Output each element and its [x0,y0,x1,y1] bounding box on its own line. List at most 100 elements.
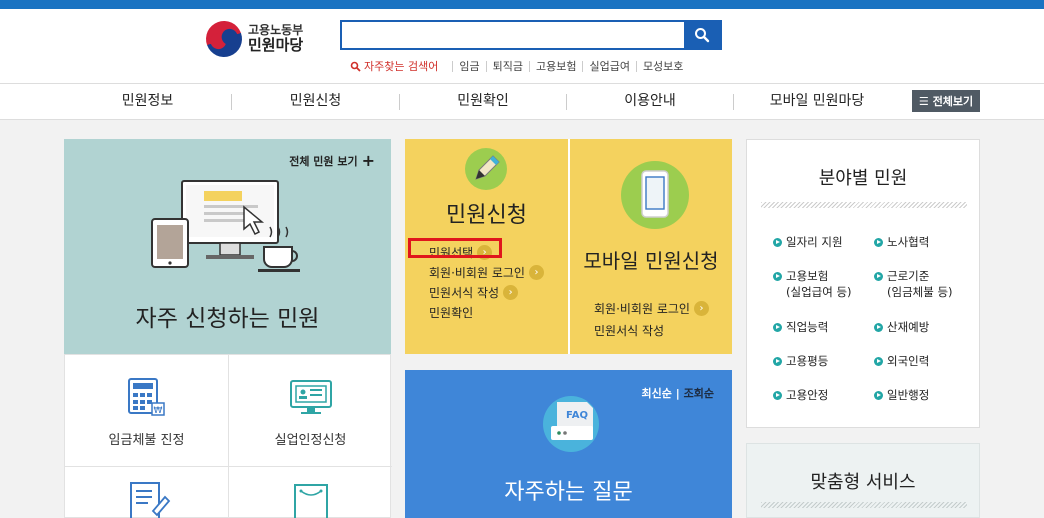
nav-item-civil-check[interactable]: 민원확인 [400,84,566,119]
search-bar [340,20,722,50]
sort-latest-link[interactable]: 최신순 [642,387,672,400]
mobile-apply-title: 모바일 민원신청 [583,249,719,273]
frequent-item-label: 실업인정신청 [274,433,347,448]
field-civil-title: 분야별 민원 [818,168,908,189]
keyword-link[interactable]: 모성보호 [635,60,689,72]
field-item-equality[interactable]: 고용평등 [773,353,828,369]
calculator-icon: ₩ [127,378,165,416]
monitor-profile-icon [289,380,332,414]
field-item-stability[interactable]: 고용안정 [773,387,828,403]
civil-apply-panel: 민원신청 민원선택 › 회원·비회원 로그인 › 민원서식 작성 › 민원확인 … [405,139,732,354]
computer-illustration-icon [151,180,300,272]
member-login-label: 회원·비회원 로그인 [429,265,525,280]
logo-title: 민원마당 [248,36,304,55]
bullet-arrow-icon [773,391,782,400]
search-input[interactable] [342,22,684,48]
svg-text:₩: ₩ [153,406,162,416]
pencil-icon [465,148,507,190]
field-item-foreign-workforce[interactable]: 외국인력 [874,353,929,369]
bullet-arrow-icon [874,238,883,247]
sort-views-link[interactable]: 조회순 [684,387,714,400]
nav-item-civil-info[interactable]: 민원정보 [64,84,231,119]
frequent-item-certificate[interactable] [229,481,392,518]
search-small-icon [350,61,361,72]
member-login-link[interactable]: 회원·비회원 로그인 › [429,262,544,282]
bullet-arrow-icon [874,391,883,400]
custom-service-title: 맞춤형 서비스 [810,472,916,493]
civil-check-link[interactable]: 민원확인 [429,302,544,322]
chevron-right-icon: › [503,284,519,300]
view-all-button[interactable]: ☰ 전체보기 [912,90,980,112]
plus-icon: + [361,151,375,170]
view-all-civil-link[interactable]: 전체 민원 보기 + [289,153,375,169]
field-item-general-admin[interactable]: 일반행정 [874,387,929,403]
keyword-link[interactable]: 고용보험 [528,60,582,72]
government-emblem-icon [200,15,248,63]
frequent-item-document[interactable] [65,481,228,518]
sort-divider: | [675,387,680,400]
field-item-vocational[interactable]: 직업능력 [773,319,828,335]
popular-keywords: 자주찾는 검색어 임금 퇴직금 고용보험 실업급여 모성보호 [350,58,689,74]
keyword-link[interactable]: 퇴직금 [485,60,529,72]
header: 고용노동부 민원마당 자주찾는 검색어 임금 퇴직금 고용보험 실업급여 모성보… [0,9,1044,83]
frequent-item-label: 임금체불 진정 [108,433,185,448]
frequent-item-wage-arrears[interactable]: ₩ 임금체불 진정 [65,375,228,448]
field-item-labor-relations[interactable]: 노사협력 [874,234,929,250]
logo[interactable]: 고용노동부 민원마당 [200,15,304,63]
menu-icon: ☰ [918,94,929,108]
field-item-labor-standards[interactable]: 근로기준 (임금체불 등) [874,268,953,300]
smartphone-icon [621,161,689,229]
search-icon [695,28,710,43]
faq-sort: 최신순 | 조회순 [642,385,714,401]
faq-icon-text: FAQ [566,410,588,421]
certificate-icon [293,484,328,518]
bullet-arrow-icon [773,323,782,332]
mobile-login-link[interactable]: 회원·비회원 로그인 › [594,297,709,319]
bullet-arrow-icon [773,357,782,366]
view-all-label: 전체보기 [932,95,974,108]
mobile-form-label: 민원서식 작성 [594,323,665,338]
civil-check-label: 민원확인 [429,305,474,320]
chevron-right-icon: › [693,300,709,316]
civil-select-link[interactable]: 민원선택 › [408,238,544,262]
document-edit-icon [129,482,170,518]
stripe-divider [761,202,967,208]
bullet-arrow-icon [773,238,782,247]
frequent-applications-panel[interactable]: 전체 민원 보기 + 자주 신청하는 민원 [64,139,391,354]
field-civil-panel: 분야별 민원 일자리 지원 노사협력 고용보험 (실업급여 등) 근로기준 (임금체… [746,139,980,428]
frequent-item-unemployment-claim[interactable]: 실업인정신청 [229,375,392,448]
stripe-divider [761,502,967,508]
keyword-link[interactable]: 실업급여 [582,60,635,72]
highlight-box [408,238,502,258]
faq-icon: FAQ [543,396,599,452]
bullet-arrow-icon [874,323,883,332]
mobile-form-link[interactable]: 민원서식 작성 [594,319,709,341]
bullet-arrow-icon [874,357,883,366]
form-write-label: 민원서식 작성 [429,285,500,300]
search-button[interactable] [684,22,720,48]
nav-item-guide[interactable]: 이용안내 [567,84,733,119]
faq-title: 자주하는 질문 [504,480,633,505]
civil-apply-links: 민원선택 › 회원·비회원 로그인 › 민원서식 작성 › 민원확인 [408,238,544,322]
keyword-link[interactable]: 임금 [452,60,485,72]
custom-service-panel[interactable]: 맞춤형 서비스 [746,443,980,518]
form-write-link[interactable]: 민원서식 작성 › [429,282,544,302]
faq-panel[interactable]: 최신순 | 조회순 FAQ 자주하는 질문 [405,370,732,518]
main-nav: 민원정보 민원신청 민원확인 이용안내 모바일 민원마당 ☰ 전체보기 [0,83,1044,120]
frequent-title: 자주 신청하는 민원 [135,306,320,332]
field-item-accident-prevention[interactable]: 산재예방 [874,319,929,335]
civil-apply-title: 민원신청 [446,203,527,228]
bullet-arrow-icon [773,272,782,281]
top-bar [0,0,1044,9]
nav-item-civil-apply[interactable]: 민원신청 [232,84,399,119]
bullet-arrow-icon [874,272,883,281]
mobile-apply-links: 회원·비회원 로그인 › 민원서식 작성 [594,297,709,341]
nav-item-mobile[interactable]: 모바일 민원마당 [734,84,900,119]
view-all-civil-label: 전체 민원 보기 [289,155,358,168]
field-item-employment-insurance[interactable]: 고용보험 (실업급여 등) [773,268,852,300]
keywords-title: 자주찾는 검색어 [364,60,439,73]
chevron-right-icon: › [528,264,544,280]
mobile-login-label: 회원·비회원 로그인 [594,301,690,316]
frequent-items-grid: ₩ 임금체불 진정 실업인정신청 [64,354,392,518]
field-item-job-support[interactable]: 일자리 지원 [773,234,843,250]
